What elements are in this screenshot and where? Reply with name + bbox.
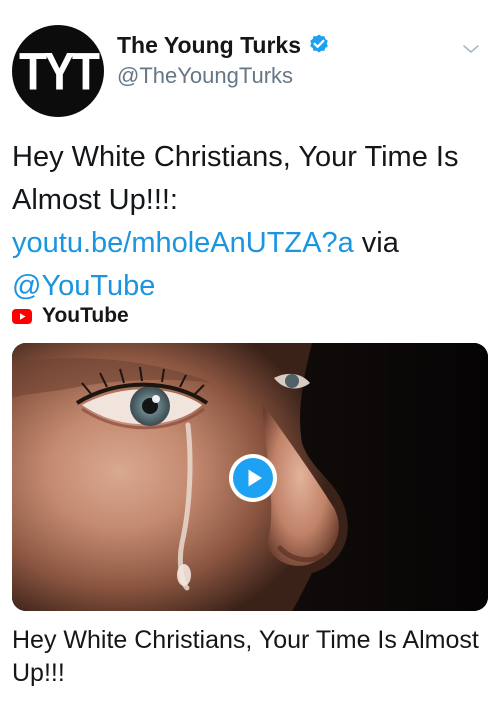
play-button[interactable] bbox=[229, 454, 277, 502]
tweet-text-body: Hey White Christians, Your Time Is Almos… bbox=[12, 141, 459, 216]
card-source[interactable]: YouTube bbox=[12, 303, 129, 329]
tweet: TYT The Young Turks @TheYoungTurks Hey W… bbox=[0, 0, 488, 713]
verified-badge-icon bbox=[310, 34, 328, 53]
chevron-down-icon[interactable] bbox=[460, 38, 482, 60]
user-handle[interactable]: @TheYoungTurks bbox=[117, 63, 293, 89]
avatar-logo-text: TYT bbox=[19, 41, 100, 101]
video-thumbnail[interactable] bbox=[12, 343, 488, 611]
play-icon bbox=[233, 458, 273, 498]
tweet-text: Hey White Christians, Your Time Is Almos… bbox=[12, 136, 482, 308]
display-name-row: The Young Turks bbox=[117, 30, 331, 60]
mention-link[interactable]: @YouTube bbox=[12, 270, 155, 302]
youtube-icon bbox=[12, 308, 32, 324]
avatar[interactable]: TYT bbox=[12, 25, 104, 117]
card-title[interactable]: Hey White Christians, Your Time Is Almos… bbox=[12, 624, 482, 690]
card-source-label: YouTube bbox=[42, 304, 129, 327]
tweet-link[interactable]: youtu.be/mholeAnUTZA?a bbox=[12, 227, 354, 259]
display-name[interactable]: The Young Turks bbox=[117, 32, 301, 59]
tweet-text-via: via bbox=[353, 227, 399, 259]
